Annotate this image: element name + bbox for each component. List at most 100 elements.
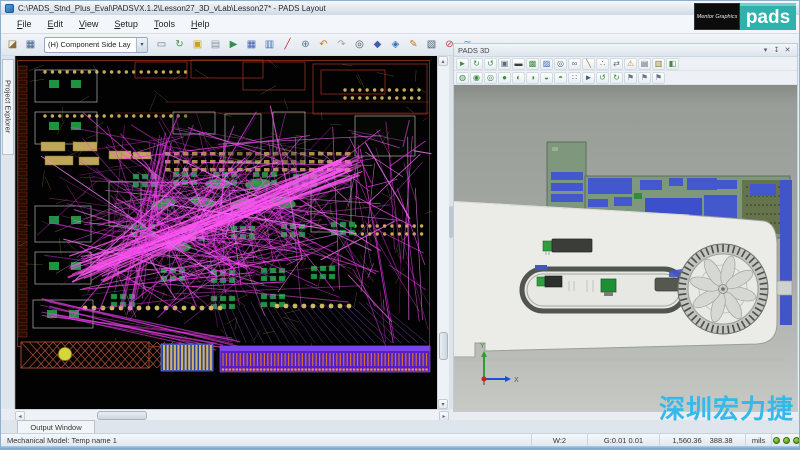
output-window-tab[interactable]: Output Window xyxy=(17,420,95,433)
open-icon[interactable]: ◪ xyxy=(4,36,21,53)
status-coordinates: 1,560.36 388.38 xyxy=(659,434,745,446)
view-dimetric-icon[interactable]: ◉ xyxy=(470,72,483,84)
verify-design-icon[interactable]: ◈ xyxy=(387,36,404,53)
enclosure-shadow xyxy=(454,357,784,361)
pads-3d-panel: PADS 3D ▾↧✕ ►↻↺▣▬▩▨◎∞╲∴⇄⚠▤▥◧ ◍◉◎●◐◑◒◓∷►↺… xyxy=(453,43,798,412)
chevron-down-icon[interactable]: ▾ xyxy=(136,38,147,52)
menu-item-help[interactable]: Help xyxy=(183,17,218,31)
brand-logos: Mentor Graphics pads xyxy=(694,3,796,30)
vertical-scroll-thumb[interactable] xyxy=(439,332,448,360)
vertical-scrollbar[interactable]: ▴ ▾ xyxy=(437,56,449,409)
status-indicators xyxy=(771,434,800,446)
properties-icon[interactable]: ▭ xyxy=(153,36,170,53)
snapshot-icon[interactable]: ▤ xyxy=(638,58,651,70)
enclosure-icon[interactable]: ▬ xyxy=(512,58,525,70)
menu-item-view[interactable]: View xyxy=(71,17,106,31)
board-icon[interactable]: ▣ xyxy=(498,58,511,70)
status-indicator[interactable] xyxy=(773,437,780,444)
pads-3d-toolbar-1: ►↻↺▣▬▩▨◎∞╲∴⇄⚠▤▥◧ xyxy=(454,57,797,71)
flag-z-icon[interactable]: ⚑ xyxy=(652,72,665,84)
flag-x-icon[interactable]: ⚑ xyxy=(624,72,637,84)
3d-viewport[interactable]: Y X xyxy=(454,85,797,411)
layer-select-dropdown[interactable]: (H) Component Side Lay ▾ xyxy=(44,37,148,53)
pads-3d-toolbar-2: ◍◉◎●◐◑◒◓∷►↺↻⚑⚑⚑ xyxy=(454,71,797,85)
scroll-up-icon[interactable]: ▴ xyxy=(438,56,448,66)
window-title: C:\PADS_Stnd_Plus_Eval\PADSVX.1.2\Lesson… xyxy=(18,4,326,13)
flag-y-icon[interactable]: ⚑ xyxy=(638,72,651,84)
view-isometric-icon[interactable]: ◍ xyxy=(456,72,469,84)
pads-layout-window: C:\PADS_Stnd_Plus_Eval\PADSVX.1.2\Lesson… xyxy=(0,0,800,450)
menu-item-setup[interactable]: Setup xyxy=(106,17,146,31)
axis-y-label: Y xyxy=(480,343,485,350)
clipboard-icon[interactable]: ▤ xyxy=(207,36,224,53)
pads-logo: pads xyxy=(740,3,796,30)
save-icon[interactable]: ▦ xyxy=(22,36,39,53)
3d-scene: Y X xyxy=(454,85,797,411)
status-coord-y: 388.38 xyxy=(710,436,733,445)
menu-item-edit[interactable]: Edit xyxy=(40,17,72,31)
panel-pin-icon[interactable]: ↧ xyxy=(771,46,782,54)
3d-fan xyxy=(678,244,768,334)
status-coord-x: 1,560.36 xyxy=(672,436,701,445)
spin-view-icon[interactable]: ↺ xyxy=(484,58,497,70)
markup-icon[interactable]: ∴ xyxy=(596,58,609,70)
copy-view-icon[interactable]: ▥ xyxy=(652,58,665,70)
components-top-icon[interactable]: ▩ xyxy=(526,58,539,70)
status-indicator[interactable] xyxy=(793,437,800,444)
view-front-icon[interactable]: ◐ xyxy=(512,72,525,84)
status-indicator[interactable] xyxy=(783,437,790,444)
status-mechanical-model: Mechanical Model: Temp name 1 xyxy=(1,436,531,445)
redraw-icon[interactable]: ↻ xyxy=(171,36,188,53)
collision-warning-icon[interactable]: ⚠ xyxy=(624,58,637,70)
layout-canvas[interactable] xyxy=(15,56,437,409)
rotate-view-icon[interactable]: ↻ xyxy=(470,58,483,70)
rotate-right-icon[interactable]: ↻ xyxy=(610,72,623,84)
title-bar[interactable]: C:\PADS_Stnd_Plus_Eval\PADSVX.1.2\Lesson… xyxy=(1,1,800,15)
measure-3d-icon[interactable]: ╲ xyxy=(582,58,595,70)
zoom-area-icon[interactable]: ◎ xyxy=(554,58,567,70)
status-units[interactable]: mils xyxy=(745,434,771,446)
status-width: W:2 xyxy=(531,434,587,446)
rotate-left-icon[interactable]: ↺ xyxy=(596,72,609,84)
measure-icon[interactable]: ╱ xyxy=(279,36,296,53)
zoom-icon[interactable]: ◎ xyxy=(351,36,368,53)
status-grid: G:0.01 0.01 xyxy=(587,434,659,446)
redo-icon[interactable]: ↷ xyxy=(333,36,350,53)
scroll-down-icon[interactable]: ▾ xyxy=(438,399,448,409)
mentor-graphics-logo: Mentor Graphics xyxy=(694,3,740,30)
pencil-icon[interactable]: ✎ xyxy=(405,36,422,53)
menu-item-tools[interactable]: Tools xyxy=(146,17,183,31)
undo-icon[interactable]: ↶ xyxy=(315,36,332,53)
view-back-icon[interactable]: ◑ xyxy=(526,72,539,84)
panel-close-icon[interactable]: ✕ xyxy=(782,46,793,54)
display-colors-icon[interactable]: ▥ xyxy=(261,36,278,53)
window-bottom-border xyxy=(1,446,800,450)
search-icon[interactable]: ∞ xyxy=(568,58,581,70)
components-bottom-icon[interactable]: ▨ xyxy=(540,58,553,70)
pointer-icon[interactable]: ► xyxy=(582,72,595,84)
watermark-text: 深圳宏力捷 xyxy=(659,389,794,426)
pan-icon[interactable]: ▶ xyxy=(225,36,242,53)
macro-icon[interactable]: ▧ xyxy=(423,36,440,53)
flip-board-icon[interactable]: ⇄ xyxy=(610,58,623,70)
menu-bar: FileEditViewSetupToolsHelp xyxy=(1,15,800,34)
pads-3d-titlebar[interactable]: PADS 3D ▾↧✕ xyxy=(454,44,797,57)
export-model-icon[interactable]: ◧ xyxy=(666,58,679,70)
filter-icon[interactable]: ◆ xyxy=(369,36,386,53)
menu-item-file[interactable]: File xyxy=(9,17,40,31)
view-bottom-icon[interactable]: ● xyxy=(498,72,511,84)
view-right-icon[interactable]: ◓ xyxy=(554,72,567,84)
panel-menu-icon[interactable]: ▾ xyxy=(760,46,771,54)
grid-icon[interactable]: ▦ xyxy=(243,36,260,53)
project-explorer-tab[interactable]: Project Explorer xyxy=(2,59,14,155)
view-top-icon[interactable]: ◎ xyxy=(484,72,497,84)
pcb-design-graphic xyxy=(15,56,437,409)
select-icon[interactable]: ► xyxy=(456,58,469,70)
horizontal-scroll-thumb[interactable] xyxy=(97,411,147,420)
layer-select-value: (H) Component Side Lay xyxy=(48,40,131,49)
view-left-icon[interactable]: ◒ xyxy=(540,72,553,84)
selection-filter-icon[interactable]: ▣ xyxy=(189,36,206,53)
status-bar: Mechanical Model: Temp name 1 W:2 G:0.01… xyxy=(1,433,800,446)
origin-icon[interactable]: ⊕ xyxy=(297,36,314,53)
grid-dots-icon[interactable]: ∷ xyxy=(568,72,581,84)
